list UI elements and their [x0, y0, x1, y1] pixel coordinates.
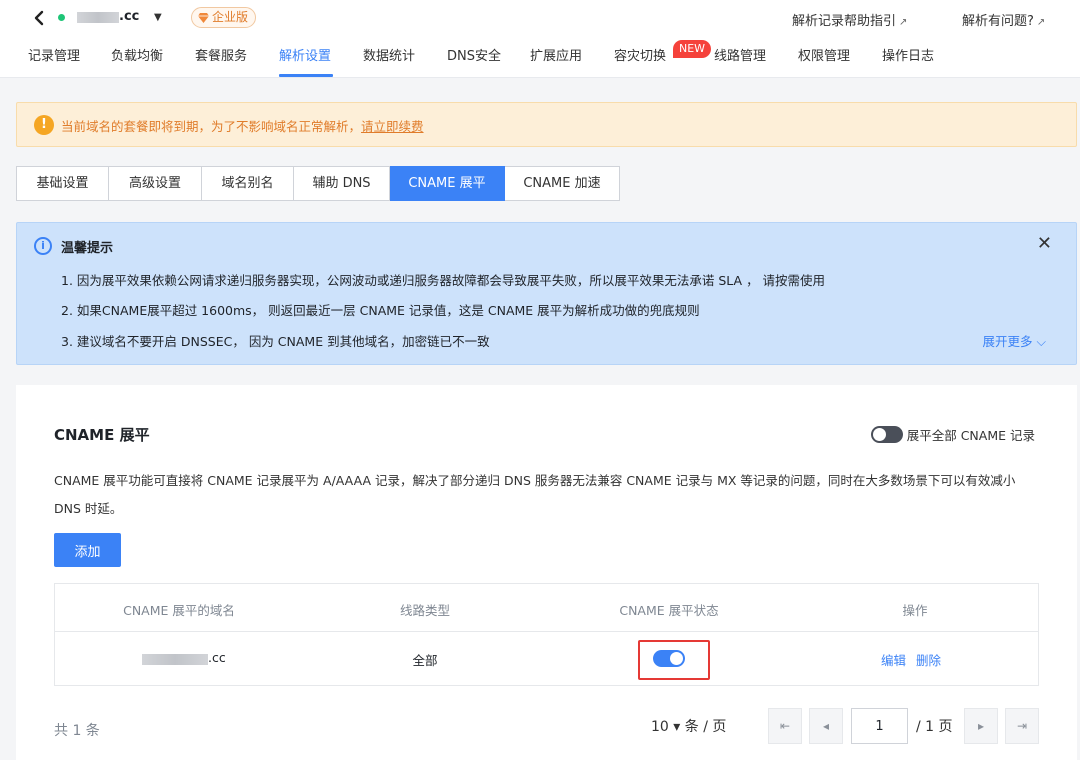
tab-advanced-settings[interactable]: 高级设置 — [109, 166, 202, 201]
page-size-value: 10 ▾ — [651, 719, 681, 735]
renew-now-link[interactable]: 请立即续费 — [361, 119, 424, 134]
diamond-icon — [198, 12, 209, 23]
cname-flattening-table: CNAME 展平的域名 线路类型 CNAME 展平状态 操作 .cc 全部 编辑… — [54, 583, 1039, 686]
table-row: .cc 全部 编辑 删除 — [55, 632, 1038, 685]
domain-status-dot — [58, 14, 65, 21]
info-icon: i — [34, 237, 52, 255]
edition-badge-label: 企业版 — [212, 10, 249, 24]
resolve-problem-link[interactable]: 解析有问题? ↗ — [962, 10, 1045, 29]
domain-suffix: .cc — [119, 9, 140, 24]
domain-name-masked — [77, 12, 119, 23]
nav-dns-security[interactable]: DNS安全 — [447, 45, 501, 64]
page-number-input[interactable] — [851, 708, 908, 744]
domain-bar: .cc ▼ 企业版 解析记录帮助指引 ↗ 解析有问题? ↗ — [0, 0, 1080, 36]
edit-link[interactable]: 编辑 — [881, 650, 906, 669]
first-page-button[interactable]: ⇤ — [768, 708, 802, 744]
nav-extensions[interactable]: 扩展应用 — [530, 45, 582, 64]
expiry-warning-banner: ! 当前域名的套餐即将到期，为了不影响域名正常解析，请立即续费 — [16, 102, 1077, 147]
notice-line-2: 2. 如果CNAME展平超过 1600ms， 则返回最近一层 CNAME 记录值… — [61, 303, 700, 318]
tab-secondary-dns[interactable]: 辅助 DNS — [294, 166, 390, 201]
notice-line-1: 1. 因为展平效果依赖公网请求递归服务器实现，公网波动或递归服务器故障都会导致展… — [61, 273, 826, 288]
tab-cname-flattening[interactable]: CNAME 展平 — [390, 166, 505, 201]
warning-text: 当前域名的套餐即将到期，为了不影响域名正常解析，请立即续费 — [61, 116, 424, 135]
card-description: CNAME 展平功能可直接将 CNAME 记录展平为 A/AAAA 记录，解决了… — [54, 473, 1016, 516]
warning-icon: ! — [34, 115, 54, 135]
flatten-all-toggle[interactable]: 展平全部 CNAME 记录 — [870, 425, 1035, 444]
record-help-link[interactable]: 解析记录帮助指引 ↗ — [792, 10, 907, 29]
next-page-button[interactable]: ▸ — [964, 708, 998, 744]
nav-resolve-settings[interactable]: 解析设置 — [279, 45, 331, 64]
new-badge: NEW — [673, 40, 712, 58]
tab-basic-settings[interactable]: 基础设置 — [16, 166, 109, 201]
flatten-all-switch[interactable] — [870, 426, 903, 443]
nav-records[interactable]: 记录管理 — [28, 45, 80, 64]
notice-line-3: 3. 建议域名不要开启 DNSSEC， 因为 CNAME 到其他域名，加密链已不… — [61, 334, 490, 349]
tab-cname-acceleration[interactable]: CNAME 加速 — [505, 166, 620, 201]
add-button[interactable]: 添加 — [54, 533, 121, 567]
tips-notice: i 温馨提示 ✕ 1. 因为展平效果依赖公网请求递归服务器实现，公网波动或递归服… — [16, 222, 1077, 365]
pagination: 10 ▾ 条 / 页 ⇤ ◂ / 1 页 ▸ ⇥ — [651, 708, 1039, 744]
row-status-switch[interactable] — [653, 650, 685, 667]
nav-disaster-switch[interactable]: 容灾切换 — [614, 45, 666, 64]
nav-load-balancing[interactable]: 负载均衡 — [111, 45, 163, 64]
row-domain-suffix: .cc — [208, 650, 226, 665]
page-size-unit: 条 / 页 — [684, 719, 727, 735]
prev-page-button[interactable]: ◂ — [809, 708, 843, 744]
resolve-problem-link-label: 解析有问题? — [962, 14, 1034, 29]
nav-operation-log[interactable]: 操作日志 — [882, 45, 934, 64]
cname-flattening-card: CNAME 展平 展平全部 CNAME 记录 CNAME 展平功能可直接将 CN… — [16, 385, 1077, 760]
last-page-button[interactable]: ⇥ — [1005, 708, 1039, 744]
delete-link[interactable]: 删除 — [916, 650, 941, 669]
column-header-domain: CNAME 展平的域名 — [123, 603, 235, 618]
expand-more-link[interactable]: 展开更多 ⌵ — [983, 331, 1046, 350]
nav-line-management[interactable]: 线路管理 — [714, 45, 766, 64]
domain-switch-caret-icon[interactable]: ▼ — [154, 12, 162, 23]
back-arrow-icon[interactable] — [32, 10, 46, 26]
close-icon[interactable]: ✕ — [1037, 235, 1052, 253]
row-domain-masked — [142, 654, 208, 665]
nav-plan-service[interactable]: 套餐服务 — [195, 45, 247, 64]
nav-permissions[interactable]: 权限管理 — [798, 45, 850, 64]
external-link-icon: ↗ — [1036, 17, 1046, 28]
settings-subtabs: 基础设置 高级设置 域名别名 辅助 DNS CNAME 展平 CNAME 加速 — [16, 166, 620, 201]
record-help-link-label: 解析记录帮助指引 — [792, 14, 897, 29]
warning-message: 当前域名的套餐即将到期，为了不影响域名正常解析， — [61, 119, 362, 134]
external-link-icon: ↗ — [899, 17, 908, 28]
flatten-all-label: 展平全部 CNAME 记录 — [906, 428, 1035, 443]
column-header-line-type: 线路类型 — [399, 603, 451, 618]
column-header-actions: 操作 — [902, 603, 928, 618]
nav-active-indicator — [279, 74, 333, 77]
main-nav: 记录管理 负载均衡 套餐服务 解析设置 数据统计 DNS安全 扩展应用 容灾切换… — [0, 36, 1080, 78]
total-pages: / 1 页 — [916, 719, 953, 735]
tab-domain-alias[interactable]: 域名别名 — [202, 166, 294, 201]
notice-title: 温馨提示 — [61, 241, 114, 256]
column-header-status: CNAME 展平状态 — [619, 603, 719, 618]
nav-statistics[interactable]: 数据统计 — [363, 45, 415, 64]
row-line-type: 全部 — [412, 653, 438, 668]
page-size-select[interactable]: 10 ▾ 条 / 页 — [651, 716, 726, 736]
table-header: CNAME 展平的域名 线路类型 CNAME 展平状态 操作 — [55, 584, 1038, 632]
total-count: 共 1 条 — [54, 723, 100, 739]
card-title: CNAME 展平 — [54, 426, 150, 444]
top-header: .cc ▼ 企业版 解析记录帮助指引 ↗ 解析有问题? ↗ 记录管理 负载均衡 套餐… — [0, 0, 1080, 78]
edition-badge: 企业版 — [191, 7, 257, 28]
